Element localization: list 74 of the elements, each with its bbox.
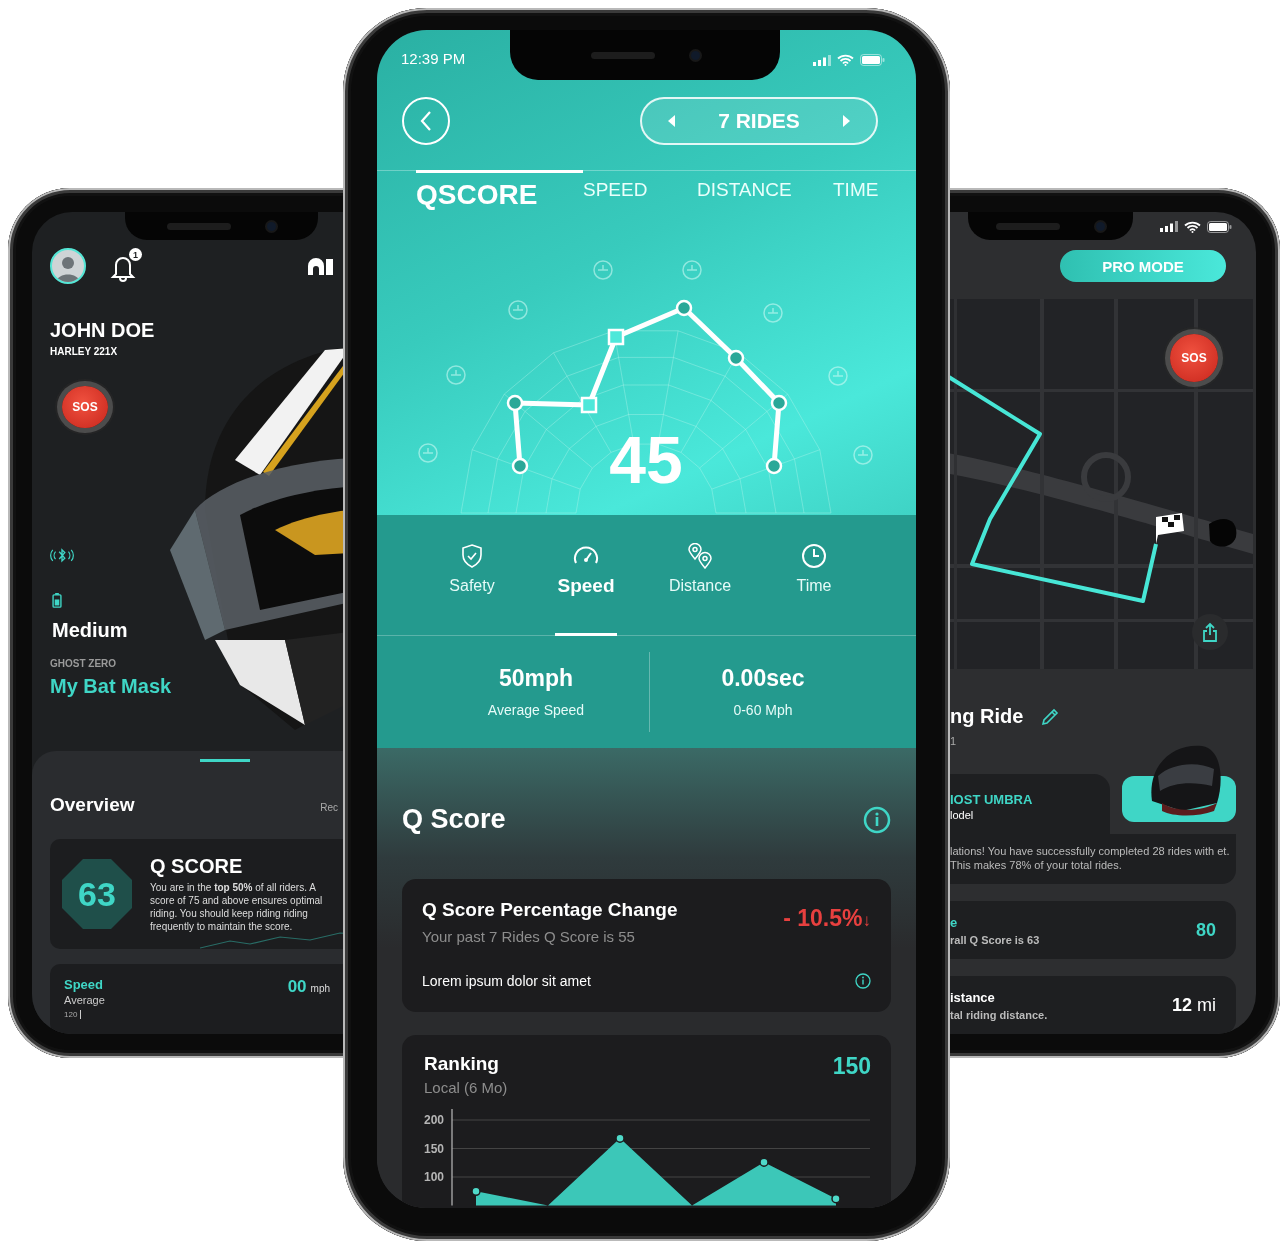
card-subtitle: Average	[64, 994, 105, 1006]
card-title: Speed	[64, 977, 104, 992]
tick-label: 100	[424, 1170, 445, 1184]
ride-subtitle: 1	[949, 734, 958, 749]
status-time: 12:39 PM	[401, 50, 466, 68]
card-title: Ranking	[424, 1053, 500, 1075]
wifi-icon	[1184, 220, 1201, 233]
info-icon[interactable]	[855, 973, 871, 989]
pro-mode-button[interactable]: PRO MODE	[1060, 250, 1226, 283]
tab[interactable]: QSCORE	[416, 170, 583, 211]
helmet-name: My Bat Mask	[50, 674, 173, 698]
card-subtitle: rall Q Score is 63	[950, 933, 1040, 946]
data-point	[615, 1133, 625, 1143]
card-title: Q SCORE	[150, 855, 244, 877]
card-title: Q Score Percentage Change	[422, 899, 678, 921]
tab[interactable]: TIME	[833, 170, 879, 201]
stat-value: 12 mi	[1171, 994, 1216, 1016]
section-title: Q Score	[402, 804, 506, 835]
metric-tab[interactable]: Speed	[555, 515, 617, 636]
tick-label: 200	[424, 1113, 445, 1127]
section-title: Overview	[50, 793, 135, 817]
stat-value: 0.00sec	[720, 665, 806, 692]
helmet-name: IOST UMBRA	[950, 792, 1034, 808]
clock-icon	[801, 543, 827, 569]
drag-handle[interactable]	[200, 759, 250, 762]
battery-icon	[52, 593, 62, 608]
ranking-value: 150	[832, 1053, 871, 1080]
data-point	[831, 1193, 841, 1204]
user-name: JOHN DOE	[50, 318, 156, 342]
ride-title: ng Ride	[950, 705, 1024, 729]
metric-tab[interactable]: Safety	[441, 515, 503, 636]
message-text: lations! You have successfully completed 28 rides with et. This makes 78% of your total rides.	[950, 844, 1230, 873]
shield-check-icon	[460, 543, 484, 569]
helmet-label: lodel	[950, 809, 975, 822]
battery-icon	[1207, 220, 1232, 233]
bike-model: HARLEY 221X	[50, 346, 119, 358]
bluetooth-icon	[50, 548, 74, 564]
logo-icon	[305, 255, 333, 277]
card-title: e	[950, 914, 959, 930]
speed-value: 00 mph	[287, 977, 330, 997]
metric-tab[interactable]: Time	[783, 515, 845, 636]
avatar[interactable]	[50, 248, 86, 284]
card-subtitle: Your past 7 Rides Q Score is 55	[422, 928, 636, 945]
tab[interactable]: SPEED	[583, 170, 697, 201]
link[interactable]: Rec	[320, 802, 338, 813]
card-note: Lorem ipsum dolor sit amet	[422, 973, 591, 989]
data-point	[471, 1186, 481, 1197]
tick-label: 150	[424, 1141, 445, 1156]
pencil-icon[interactable]	[1041, 707, 1060, 726]
info-icon[interactable]	[863, 805, 891, 834]
stat-label: Average Speed	[486, 702, 586, 718]
stat-value: 50mph	[497, 665, 575, 692]
percentage-change: - 10.5%↓	[783, 905, 871, 932]
score-value: 45	[609, 425, 683, 495]
signal-icon	[1160, 221, 1178, 233]
stat-label: 0-60 Mph	[732, 702, 794, 718]
helmet-model: GHOST ZERO	[50, 658, 118, 670]
score-badge: 63	[62, 859, 132, 929]
share-icon[interactable]	[1202, 622, 1218, 643]
card-subtitle: tal riding distance.	[950, 1008, 1048, 1021]
stat-value: 80	[1195, 919, 1216, 941]
battery-icon	[860, 54, 885, 66]
notification-button[interactable]: 1	[108, 250, 140, 282]
card-subtitle: Local (6 Mo)	[424, 1079, 508, 1096]
wifi-icon	[837, 54, 854, 66]
data-point	[759, 1157, 769, 1167]
axis-label: 120	[64, 1010, 78, 1019]
card-title: istance	[950, 989, 996, 1005]
card-text: You are in the top 50% of all riders. A score of 75 and above ensures optimal riding. You should keep riding riding frequently to maintain the score.	[150, 881, 324, 933]
location-pins-icon	[686, 543, 714, 569]
metric-tab[interactable]: Distance	[668, 515, 732, 636]
signal-icon	[813, 54, 831, 66]
tab[interactable]: DISTANCE	[697, 170, 833, 201]
battery-level-label: Medium	[52, 618, 129, 642]
